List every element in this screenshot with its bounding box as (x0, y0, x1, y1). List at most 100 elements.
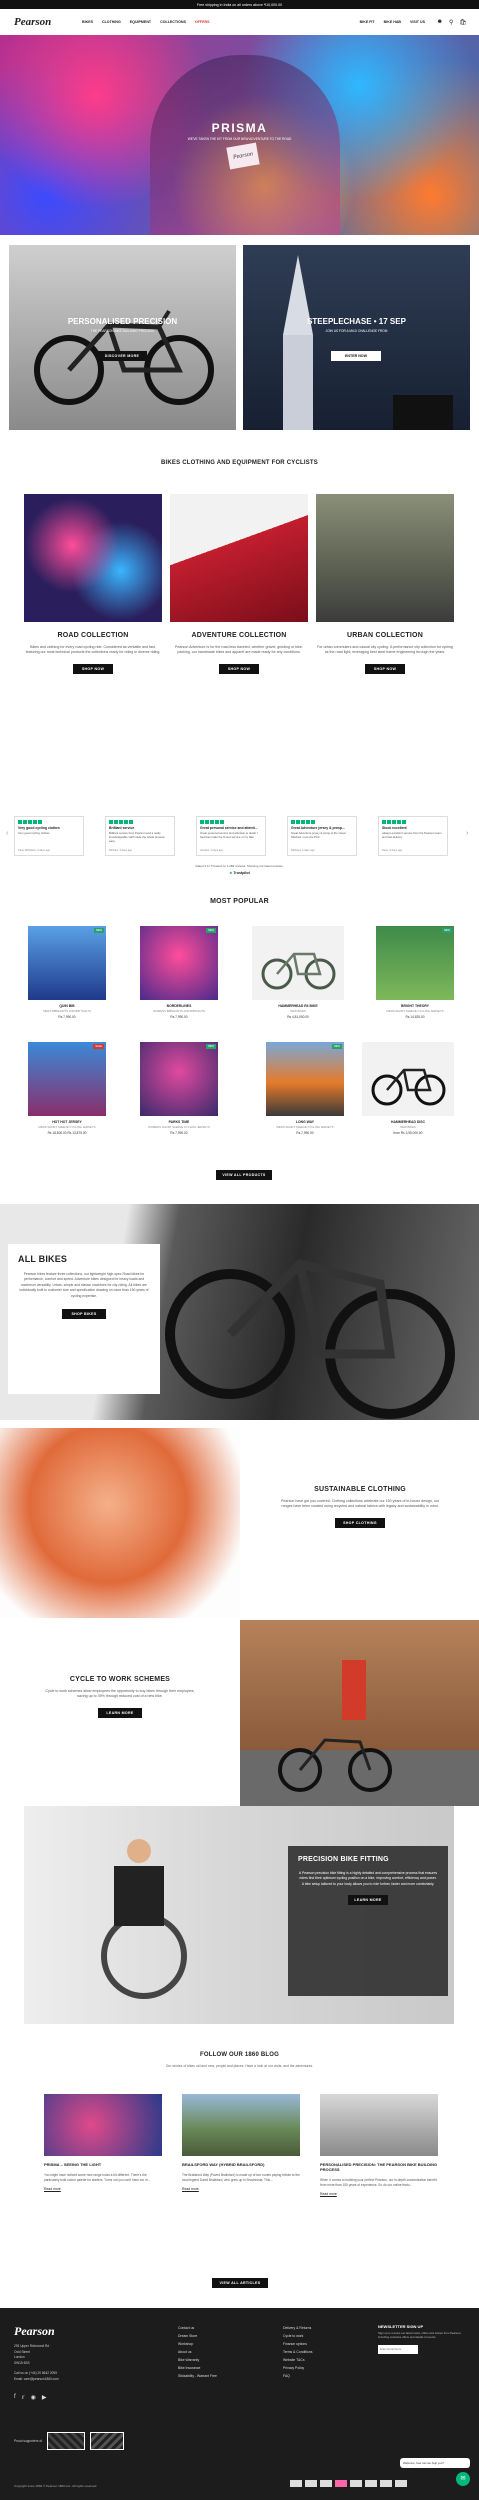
reviews-next-icon[interactable]: › (466, 830, 468, 837)
urban-shop-now-button[interactable]: SHOP NOW (365, 663, 405, 674)
footer-link[interactable]: Finance options (283, 2340, 312, 2348)
trustpilot-logo[interactable]: ★ Trustpilot (0, 871, 479, 875)
review-card[interactable]: Great Adventure jersey & prosp... Great A… (287, 816, 357, 856)
road-collection-image[interactable] (24, 494, 162, 622)
blog-post-image (182, 2094, 300, 2156)
footer-email[interactable]: Email: care@pearson1860.com (14, 2377, 59, 2383)
nav-clothing[interactable]: CLOTHING (102, 20, 121, 24)
review-card[interactable]: Great personal service and attenti... Gre… (196, 816, 266, 856)
product-price: Rs 7,990.00 (170, 1131, 188, 1135)
nav-bike-fit[interactable]: BIKE FIT (360, 20, 375, 24)
hero-banner[interactable]: PRISMA WE'VE TAKEN THE KIT FROM OUR NEW … (0, 35, 479, 235)
adventure-shop-now-button[interactable]: SHOP NOW (219, 663, 259, 674)
shop-clothing-button[interactable]: SHOP CLOTHING (335, 1517, 385, 1528)
blog-read-more-link[interactable]: Read more (182, 2187, 300, 2191)
nav-bikes[interactable]: BIKES (82, 20, 93, 24)
secondary-nav: BIKE FIT BIKE HAB VISIT US (360, 20, 425, 24)
product-card[interactable]: HAMMERHEAD R3 BIKE NEW BIKES Rs 4,81,000.0… (252, 926, 344, 1019)
footer-link[interactable]: Stickability - Warrant Free (178, 2372, 217, 2380)
footer-link[interactable]: Delivery & Returns (283, 2324, 312, 2332)
search-icon[interactable]: ⚲ (449, 19, 453, 26)
footer-link[interactable]: Bike Insurance (178, 2364, 217, 2372)
nav-bike-hab[interactable]: BIKE HAB (384, 20, 401, 24)
account-icon[interactable]: ☻ (437, 19, 443, 26)
cart-icon[interactable]: 🛍 (459, 19, 467, 26)
footer-link[interactable]: About us (178, 2348, 217, 2356)
cycle-work-learn-more-button[interactable]: LEARN MORE (98, 1707, 142, 1718)
address-line: SW15 6SS (14, 2360, 30, 2365)
nav-offers[interactable]: OFFERS (195, 20, 210, 24)
footer-link[interactable]: Privacy Policy (283, 2364, 312, 2372)
product-name: HOT HOT JERSEY (52, 1120, 82, 1124)
urban-collection-image[interactable] (316, 494, 454, 622)
chat-bubble: Welcome, how can we help you? (400, 2458, 470, 2468)
footer-logo[interactable]: Pearson (14, 2324, 55, 2339)
product-card[interactable]: NEW BORDERLINES WOMENS BIBSHORTS AND BIBTI… (140, 926, 218, 1019)
footer-link[interactable]: Workshop (178, 2340, 217, 2348)
footer-link[interactable]: Bike Warranty (178, 2356, 217, 2364)
shop-bikes-button[interactable]: SHOP BIKES (62, 1309, 106, 1320)
sustainable-image (0, 1428, 240, 1618)
facebook-icon[interactable]: f (14, 2394, 16, 2401)
review-title: Stock excellent (382, 826, 407, 830)
youtube-icon[interactable]: ▶ (42, 2394, 47, 2401)
blog-post[interactable]: BRAILSFORD WAY (HYBRID BRAILSFORD) The B… (182, 2094, 300, 2191)
nav-collections[interactable]: COLLECTIONS (160, 20, 186, 24)
product-card[interactable]: NEW PARKS TIME WOMENS SHORT SLEEVE CYCLING… (140, 1042, 218, 1135)
product-card[interactable]: NEW LONG WAY MENS SHORT SLEEVE CYCLING JER… (266, 1042, 344, 1135)
product-price: Rs 7,990.00 (296, 1131, 314, 1135)
footer-link[interactable]: Cycle to work (283, 2332, 312, 2340)
promo-precision-cta[interactable]: DISCOVER MORE (97, 351, 147, 361)
chat-widget[interactable]: Welcome, how can we help you? ✉ (400, 2458, 470, 2486)
cycle-work-image (240, 1620, 479, 1806)
reviews-prev-icon[interactable]: ‹ (6, 830, 8, 837)
newsletter-email-input[interactable] (378, 2344, 418, 2354)
bike-fit-learn-more-button[interactable]: LEARN MORE (348, 1895, 388, 1906)
product-card[interactable]: NEW QUIN BIB MENS BIBSHORTS AND BIB TIGHTS… (28, 926, 106, 1019)
logo[interactable]: Pearson (14, 16, 76, 28)
promo-steeplechase-sub: JOIN US FOR A MILD CHALLENGE FROM (325, 329, 388, 333)
product-card[interactable]: SALE HOT HOT JERSEY MENS SHORT SLEEVE CYCL… (28, 1042, 106, 1135)
footer-phone[interactable]: Call us on (+44) 20 8642 2095 (14, 2371, 59, 2377)
promo-tile-precision[interactable]: PERSONALISED PRECISION THE PEARSON BIKE … (9, 245, 236, 430)
review-title: Very good cycling clothes (18, 826, 60, 830)
adventure-collection-image[interactable] (170, 494, 308, 622)
footer-link[interactable]: Contact us (178, 2324, 217, 2332)
supporter-logo-1[interactable] (47, 2432, 85, 2450)
bike-fit-banner: PRECISION BIKE FITTING A Pearson precisi… (24, 1806, 454, 2024)
collection-urban: URBAN COLLECTION For urban commuters and… (316, 494, 454, 674)
nav-visit-us[interactable]: VISIT US (410, 20, 425, 24)
supporter-logo-2[interactable] (90, 2432, 124, 2450)
review-card[interactable]: Stock excellent Always excellent service … (378, 816, 448, 856)
product-image: NEW (140, 926, 218, 1000)
footer-link[interactable]: Terms & Conditions (283, 2348, 312, 2356)
promo-steeplechase-cta[interactable]: ENTER NOW (331, 351, 381, 361)
cycle-work-title: CYCLE TO WORK SCHEMES (69, 1676, 171, 1683)
twitter-icon[interactable]: 𝕣 (22, 2394, 25, 2401)
blog-post[interactable]: PERSONALISED PRECISION: THE PEARSON BIKE… (320, 2094, 438, 2196)
trustpilot-brand: Trustpilot (233, 871, 250, 875)
instagram-icon[interactable]: ◉ (31, 2394, 36, 2401)
review-card[interactable]: Very good cycling clothes Very good cycli… (14, 816, 84, 856)
footer-address: 293 Upper Richmond Rd Oxid Street London… (14, 2344, 59, 2382)
blog-read-more-link[interactable]: Read more (44, 2187, 162, 2191)
footer-link[interactable]: FAQ (283, 2372, 312, 2380)
hero-title: PRISMA (211, 121, 268, 135)
blog-read-more-link[interactable]: Read more (320, 2192, 438, 2196)
footer-link[interactable]: Website T&Cs (283, 2356, 312, 2364)
blog-post[interactable]: PRISMA – SEEING THE LIGHT You might have… (44, 2094, 162, 2191)
product-card[interactable]: HAMMERHEAD DISC NEW BIKES from Rs 3,95,000… (362, 1042, 454, 1135)
payment-icon (305, 2480, 317, 2487)
product-price: from Rs 3,95,000.00 (393, 1131, 423, 1135)
payment-icon (335, 2480, 347, 2487)
footer-link[interactable]: Dream Store (178, 2332, 217, 2340)
view-all-products-button[interactable]: VIEW ALL PRODUCTS (216, 1170, 272, 1180)
chat-icon[interactable]: ✉ (456, 2472, 470, 2486)
review-card[interactable]: Brilliant service Brilliant service from … (105, 816, 175, 856)
product-card[interactable]: NEW BRIGHT THEORY MENS SHORT SLEEVE CYCLIN… (376, 926, 454, 1019)
nav-equipment[interactable]: EQUIPMENT (130, 20, 151, 24)
promo-tile-steeplechase[interactable]: STEEPLECHASE • 17 SEP JOIN US FOR A MILD… (243, 245, 470, 430)
view-all-articles-button[interactable]: VIEW ALL ARTICLES (212, 2278, 268, 2288)
product-badge: NEW (205, 928, 216, 933)
road-shop-now-button[interactable]: SHOP NOW (73, 663, 113, 674)
